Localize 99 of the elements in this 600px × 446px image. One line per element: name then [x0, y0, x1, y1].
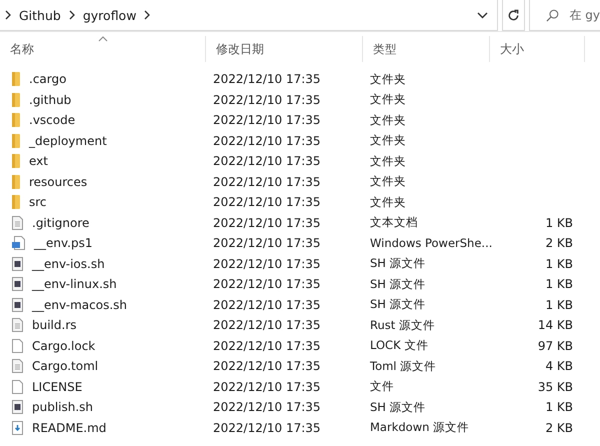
file-name[interactable]: resources	[29, 174, 88, 189]
date-cell: 2022/12/10 17:35	[213, 256, 321, 271]
type-cell: 文件夹	[370, 92, 406, 106]
terminal-file-icon	[12, 277, 23, 292]
column-header[interactable]: 类型	[363, 36, 490, 62]
date-cell: 2022/12/10 17:35	[213, 318, 321, 332]
file-name[interactable]: .gitignore	[32, 216, 90, 230]
type-cell: SH 源文件	[370, 400, 426, 414]
column-header[interactable]: 名称	[0, 36, 206, 62]
file-name[interactable]: ext	[29, 154, 48, 168]
type-cell: LOCK 文件	[370, 338, 428, 352]
file-name[interactable]: __env-macos.sh	[32, 298, 128, 312]
file-name[interactable]: .cargo	[29, 72, 66, 86]
date-cell: 2022/12/10 17:35	[213, 134, 321, 148]
date-cell: 2022/12/10 17:35	[213, 338, 321, 353]
type-cell: 文本文档	[370, 215, 418, 230]
chevron-icon[interactable]	[68, 10, 75, 20]
folder-icon	[12, 174, 20, 189]
date-cell: 2022/12/10 17:35	[213, 277, 321, 292]
date-cell: 2022/12/10 17:35	[213, 72, 321, 86]
text-file-icon	[12, 318, 23, 332]
file-name[interactable]: __env.ps1	[34, 236, 92, 250]
text-file-icon	[12, 359, 23, 374]
date-cell: 2022/12/10 17:35	[213, 298, 321, 312]
file-name[interactable]: LICENSE	[32, 380, 82, 394]
date-cell: 2022/12/10 17:35	[213, 113, 321, 128]
file-name[interactable]: Cargo.toml	[32, 359, 98, 374]
file-name[interactable]: build.rs	[32, 318, 77, 332]
script-file-icon	[12, 236, 25, 250]
search-icon	[546, 8, 560, 22]
date-cell: 2022/12/10 17:35	[213, 236, 321, 250]
breadcrumb-item[interactable]: gyroflow	[82, 8, 136, 22]
date-cell: 2022/12/10 17:35	[213, 359, 321, 374]
terminal-file-icon	[12, 400, 23, 414]
date-cell: 2022/12/10 17:35	[213, 420, 321, 435]
folder-icon	[12, 134, 20, 148]
search-field[interactable]: 在 gy	[529, 0, 600, 31]
folder-icon	[12, 113, 20, 128]
date-cell: 2022/12/10 17:35	[213, 154, 321, 168]
type-cell: Rust 源文件	[370, 318, 435, 332]
type-cell: Toml 源文件	[370, 358, 436, 373]
type-cell: SH 源文件	[370, 297, 426, 312]
size-cell: 1 KB	[545, 400, 573, 414]
file-name[interactable]: README.md	[32, 420, 106, 435]
file-name[interactable]: .github	[29, 92, 72, 107]
breadcrumb-item[interactable]: Github	[19, 8, 61, 22]
chevron-icon[interactable]	[144, 10, 150, 20]
size-cell: 97 KB	[538, 338, 573, 353]
size-cell: 2 KB	[545, 236, 573, 250]
file-name[interactable]: _deployment	[29, 134, 107, 148]
markdown-file-icon	[12, 420, 23, 435]
type-cell: 文件	[370, 379, 394, 394]
date-cell: 2022/12/10 17:35	[213, 92, 321, 107]
type-cell: SH 源文件	[370, 256, 426, 270]
sort-caret-icon	[98, 36, 108, 42]
address-bar[interactable]: Github gyroflow	[0, 0, 498, 31]
date-cell: 2022/12/10 17:35	[213, 174, 321, 189]
refresh-icon	[507, 8, 520, 22]
folder-icon	[12, 92, 20, 107]
type-cell: 文件夹	[370, 133, 406, 148]
file-icon	[12, 338, 23, 353]
type-cell: SH 源文件	[370, 276, 426, 291]
date-cell: 2022/12/10 17:35	[213, 216, 321, 230]
size-cell: 1 KB	[545, 216, 573, 230]
size-cell: 1 KB	[545, 256, 573, 271]
type-cell: Windows PowerShe...	[370, 236, 492, 250]
terminal-file-icon	[12, 298, 23, 312]
file-name[interactable]: __env-ios.sh	[32, 256, 105, 271]
date-cell: 2022/12/10 17:35	[213, 195, 321, 210]
dropdown-icon[interactable]	[477, 12, 488, 18]
type-cell: Markdown 源文件	[370, 420, 470, 434]
type-cell: 文件夹	[370, 72, 406, 86]
date-cell: 2022/12/10 17:35	[213, 380, 321, 394]
size-cell: 1 KB	[545, 277, 573, 292]
refresh-button[interactable]	[502, 0, 526, 31]
terminal-file-icon	[12, 256, 23, 271]
folder-icon	[12, 154, 20, 168]
size-cell: 4 KB	[545, 359, 573, 374]
size-cell: 14 KB	[538, 318, 573, 332]
chevron-icon	[5, 10, 11, 20]
type-cell: 文件夹	[370, 154, 406, 168]
file-name[interactable]: src	[29, 195, 47, 210]
text-file-icon	[12, 216, 23, 230]
file-name[interactable]: Cargo.lock	[32, 338, 96, 353]
folder-icon	[12, 195, 20, 210]
date-cell: 2022/12/10 17:35	[213, 400, 321, 414]
type-cell: 文件夹	[370, 194, 406, 209]
file-icon	[12, 380, 23, 394]
column-header[interactable]: 大小	[490, 36, 585, 62]
size-cell: 1 KB	[545, 298, 573, 312]
file-name[interactable]: __env-linux.sh	[32, 277, 117, 292]
folder-icon	[12, 72, 20, 86]
file-name[interactable]: .vscode	[29, 113, 76, 128]
column-header[interactable]: 修改日期	[206, 36, 363, 62]
type-cell: 文件夹	[370, 112, 406, 127]
file-name[interactable]: publish.sh	[32, 400, 94, 414]
size-cell: 2 KB	[545, 420, 573, 435]
size-cell: 35 KB	[538, 380, 573, 394]
type-cell: 文件夹	[370, 174, 406, 188]
